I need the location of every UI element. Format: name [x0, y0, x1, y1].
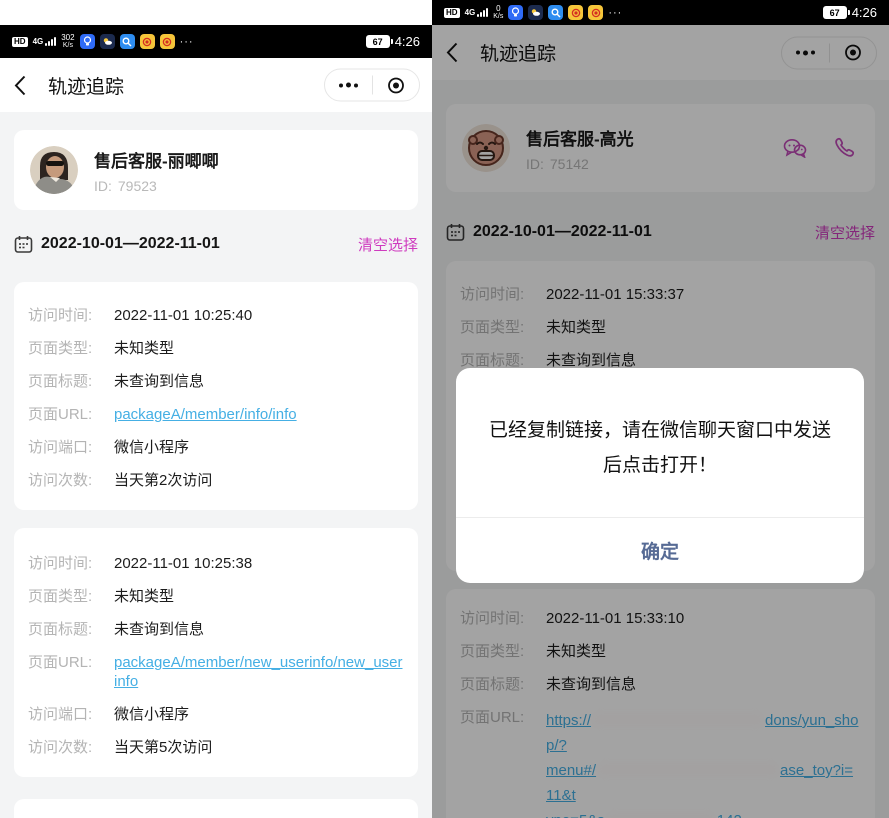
page-title-label: 页面标题: [28, 372, 114, 391]
weibo-notification-icon [140, 34, 155, 49]
hd-badge: HD [444, 8, 460, 18]
page-type-label: 页面类型: [28, 587, 114, 606]
page-url-link[interactable]: packageA/member/new_userinfo/new_userinf… [114, 653, 404, 691]
page-title-value: 未查询到信息 [114, 372, 204, 391]
page-url-label: 页面URL: [28, 653, 114, 691]
page-content: 售后客服-丽唧唧 ID:79523 2022-10-01—2022-11-01 … [0, 112, 432, 818]
weather-notification-icon [100, 34, 115, 49]
nav-bar: 轨迹追踪 [0, 58, 432, 112]
battery-icon: 67 [823, 6, 847, 19]
visit-port-value: 微信小程序 [114, 705, 189, 724]
screenshot-left: HD 4G 302K/s ··· [0, 0, 432, 818]
user-name: 售后客服-丽唧唧 [94, 147, 402, 172]
search-notification-icon [120, 34, 135, 49]
visit-port-value: 微信小程序 [114, 438, 189, 457]
weibo-notification-icon [588, 5, 603, 20]
page-type-label: 页面类型: [28, 339, 114, 358]
status-more-dots: ··· [608, 7, 622, 19]
bulb-notification-icon [508, 5, 523, 20]
visit-time-label: 访问时间: [28, 554, 114, 573]
calendar-icon [14, 235, 33, 254]
visit-record-card: 访问时间:2022-11-01 10:25:40 页面类型:未知类型 页面标题:… [14, 282, 418, 510]
confirm-button[interactable]: 确定 [456, 517, 864, 583]
miniprogram-capsule [324, 69, 420, 102]
date-filter-row: 2022-10-01—2022-11-01 清空选择 [14, 230, 418, 258]
close-miniprogram-button[interactable] [373, 70, 420, 101]
hd-badge: HD [12, 37, 28, 47]
visit-record-card: 访问时间:2022-11-01 10:25:38 页面类型:未知类型 页面标题:… [14, 528, 418, 777]
user-card: 售后客服-丽唧唧 ID:79523 [14, 130, 418, 210]
page-title: 轨迹追踪 [48, 72, 124, 99]
visit-count-label: 访问次数: [28, 471, 114, 490]
bulb-notification-icon [80, 34, 95, 49]
status-more-dots: ··· [180, 36, 194, 48]
weather-notification-icon [528, 5, 543, 20]
visit-time-value: 2022-11-01 10:25:38 [114, 554, 252, 573]
visit-time-value: 2022-11-01 10:25:40 [114, 306, 252, 325]
status-bar: HD 4G 302K/s ··· [0, 25, 432, 58]
user-id: ID:79523 [94, 178, 402, 194]
signal-icon: 4G [33, 37, 57, 46]
visit-port-label: 访问端口: [28, 438, 114, 457]
page-type-value: 未知类型 [114, 587, 174, 606]
search-notification-icon [548, 5, 563, 20]
visit-time-label: 访问时间: [28, 306, 114, 325]
battery-icon: 67 [366, 35, 390, 48]
date-range-picker[interactable]: 2022-10-01—2022-11-01 [41, 235, 220, 253]
more-options-button[interactable] [325, 70, 372, 101]
page-type-value: 未知类型 [114, 339, 174, 358]
visit-count-value: 当天第2次访问 [114, 471, 212, 490]
visit-count-label: 访问次数: [28, 738, 114, 757]
visit-port-label: 访问端口: [28, 705, 114, 724]
network-speed: 302K/s [61, 34, 74, 49]
visit-record-card: 访问时间:2022-11-01 10:25:33 [14, 799, 418, 818]
page-title-value: 未查询到信息 [114, 620, 204, 639]
clear-selection-button[interactable]: 清空选择 [358, 234, 418, 255]
page-url-label: 页面URL: [28, 405, 114, 424]
avatar [30, 146, 78, 194]
page-url-link[interactable]: packageA/member/info/info [114, 405, 297, 424]
status-time: 4:26 [395, 34, 420, 49]
top-white-strip [0, 0, 432, 25]
network-speed: 0K/s [493, 5, 503, 20]
back-button[interactable] [14, 70, 40, 100]
page-title-label: 页面标题: [28, 620, 114, 639]
screenshot-right: HD 4G 0K/s ··· [432, 0, 889, 818]
weibo-notification-icon [160, 34, 175, 49]
status-bar: HD 4G 0K/s ··· [432, 0, 889, 25]
weibo-notification-icon [568, 5, 583, 20]
dialog-message: 已经复制链接，请在微信聊天窗口中发送后点击打开！ [486, 413, 834, 483]
signal-icon: 4G [465, 8, 489, 17]
alert-dialog: 已经复制链接，请在微信聊天窗口中发送后点击打开！ 确定 [456, 368, 864, 583]
status-time: 4:26 [852, 5, 877, 20]
visit-count-value: 当天第5次访问 [114, 738, 212, 757]
